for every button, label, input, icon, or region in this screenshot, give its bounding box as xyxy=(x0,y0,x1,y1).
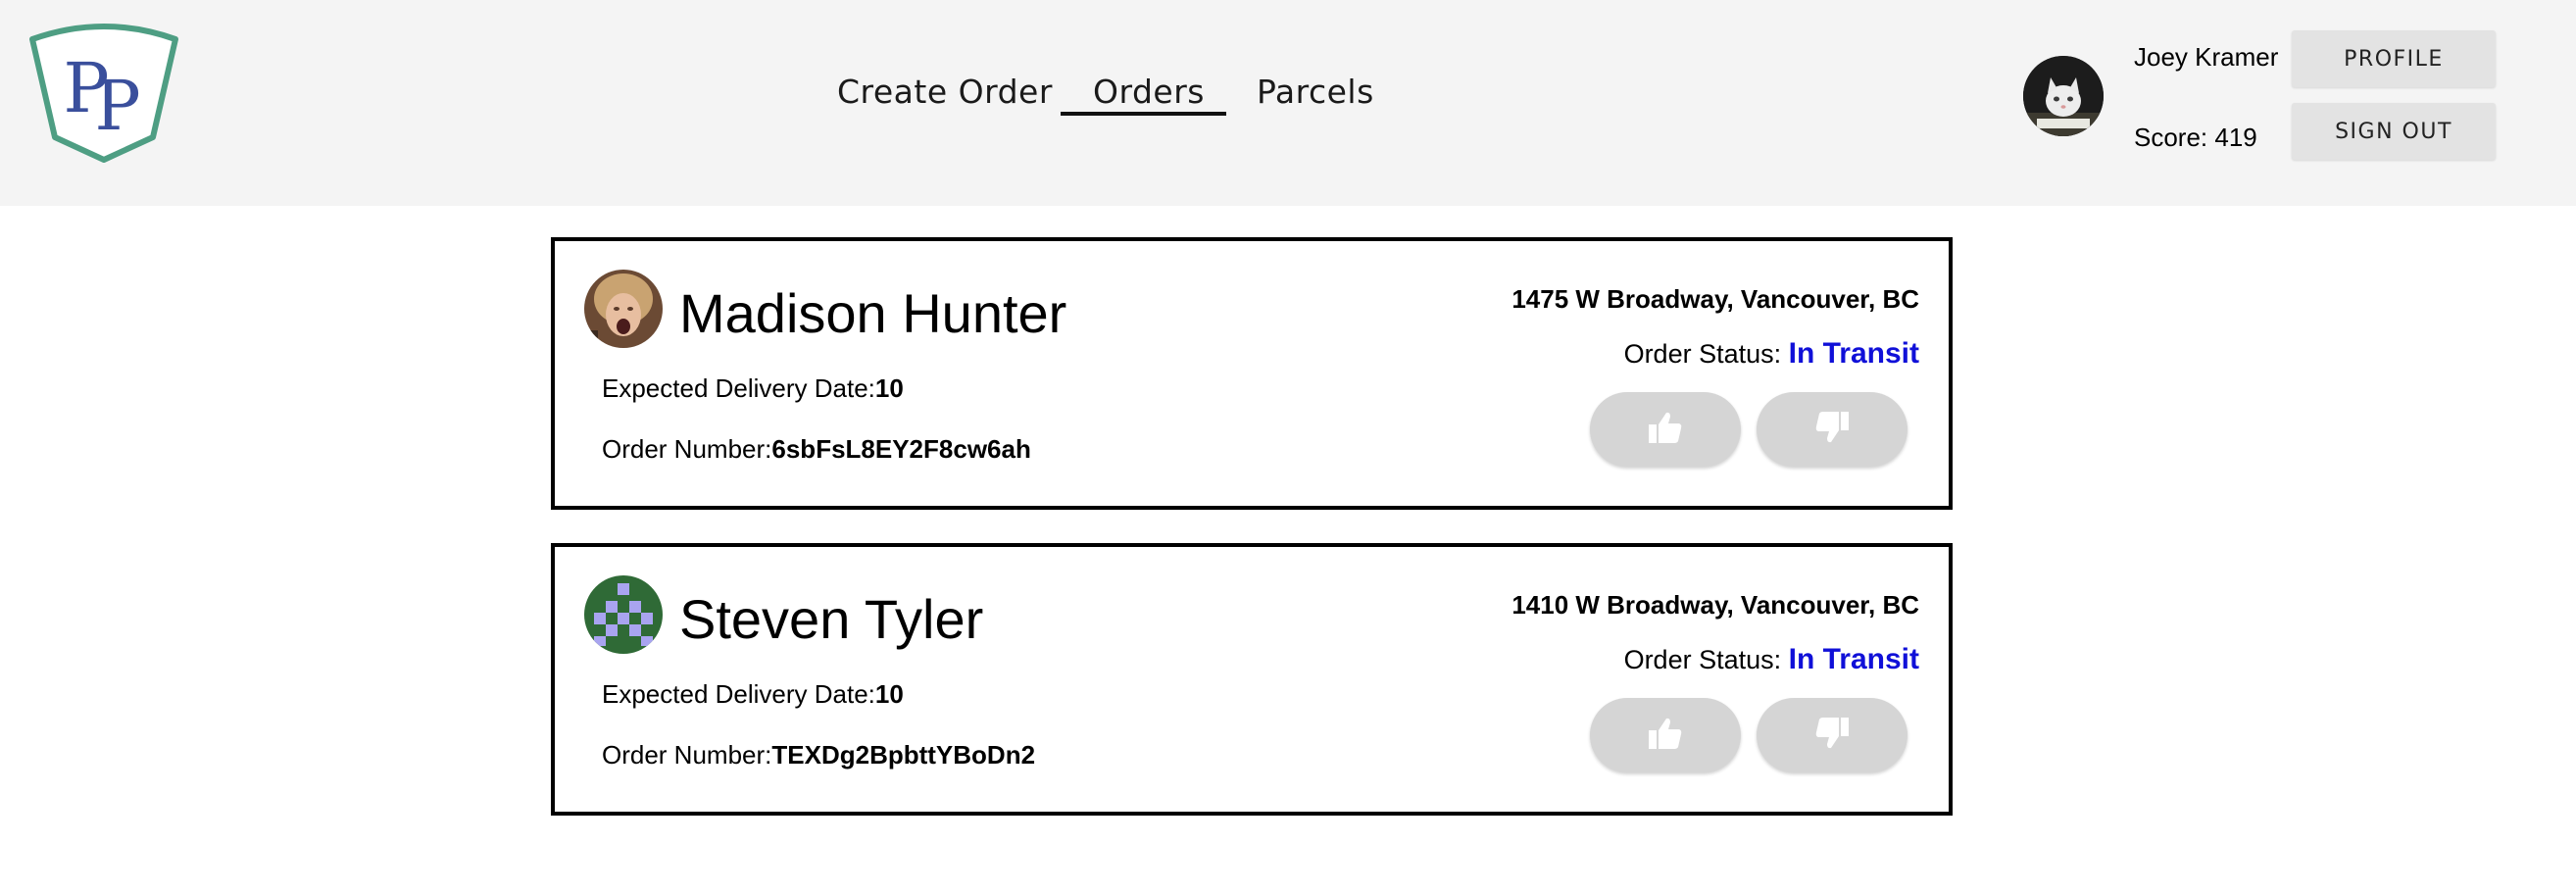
profile-button[interactable]: PROFILE xyxy=(2292,30,2496,87)
order-number-label: Order Number: xyxy=(602,740,772,770)
order-card: Madison Hunter Expected Delivery Date:10… xyxy=(551,237,1953,510)
user-avatar[interactable] xyxy=(2023,56,2104,136)
order-status-value: In Transit xyxy=(1788,643,1919,675)
user-score: Score: 419 xyxy=(2134,123,2257,152)
nav-orders[interactable]: Orders xyxy=(1093,73,1205,111)
thumbs-up-icon xyxy=(1648,717,1683,755)
thumbs-up-icon xyxy=(1648,411,1683,449)
expected-delivery-label: Expected Delivery Date: xyxy=(602,679,875,709)
recipient-name: Madison Hunter xyxy=(679,282,1067,344)
thumbs-down-icon xyxy=(1814,411,1850,449)
order-status-label: Order Status: xyxy=(1623,645,1789,674)
expected-delivery-value: 10 xyxy=(874,679,904,709)
order-number-label: Order Number: xyxy=(602,434,772,464)
expected-delivery-value: 10 xyxy=(874,373,904,403)
thumbs-down-icon xyxy=(1814,717,1850,755)
expected-delivery: Expected Delivery Date:10 xyxy=(602,679,904,710)
delivery-address: 1410 W Broadway, Vancouver, BC xyxy=(1511,590,1919,620)
order-number: Order Number:6sbFsL8EY2F8cw6ah xyxy=(602,434,1031,465)
order-status-value: In Transit xyxy=(1788,337,1919,370)
order-status: Order Status: In Transit xyxy=(1624,643,1919,676)
sign-out-button[interactable]: SIGN OUT xyxy=(2292,103,2496,160)
expected-delivery-label: Expected Delivery Date: xyxy=(602,373,875,403)
thumbs-down-button[interactable] xyxy=(1757,392,1907,467)
order-status-label: Order Status: xyxy=(1623,339,1789,369)
user-name: Joey Kramer xyxy=(2134,42,2279,72)
recipient-name: Steven Tyler xyxy=(679,588,984,650)
order-status: Order Status: In Transit xyxy=(1624,337,1919,371)
order-number-value: 6sbFsL8EY2F8cw6ah xyxy=(771,434,1031,464)
thumbs-up-button[interactable] xyxy=(1590,392,1741,467)
thumbs-down-button[interactable] xyxy=(1757,698,1907,772)
recipient-avatar xyxy=(584,270,663,348)
order-number-value: TEXDg2BpbttYBoDn2 xyxy=(771,740,1036,770)
app-logo[interactable]: P P xyxy=(27,22,180,165)
nav-create-order[interactable]: Create Order xyxy=(837,73,1053,111)
nav-active-indicator xyxy=(1061,112,1226,116)
app-header: P P Create Order Orders Parcels Joey Kra… xyxy=(0,0,2576,206)
recipient-avatar xyxy=(584,575,663,654)
delivery-address: 1475 W Broadway, Vancouver, BC xyxy=(1511,284,1919,314)
order-card: Steven Tyler Expected Delivery Date:10 O… xyxy=(551,543,1953,816)
nav-parcels[interactable]: Parcels xyxy=(1257,73,1374,111)
expected-delivery: Expected Delivery Date:10 xyxy=(602,373,904,404)
logo-letter-p2: P xyxy=(94,66,140,146)
thumbs-up-button[interactable] xyxy=(1590,698,1741,772)
order-number: Order Number:TEXDg2BpbttYBoDn2 xyxy=(602,740,1035,770)
